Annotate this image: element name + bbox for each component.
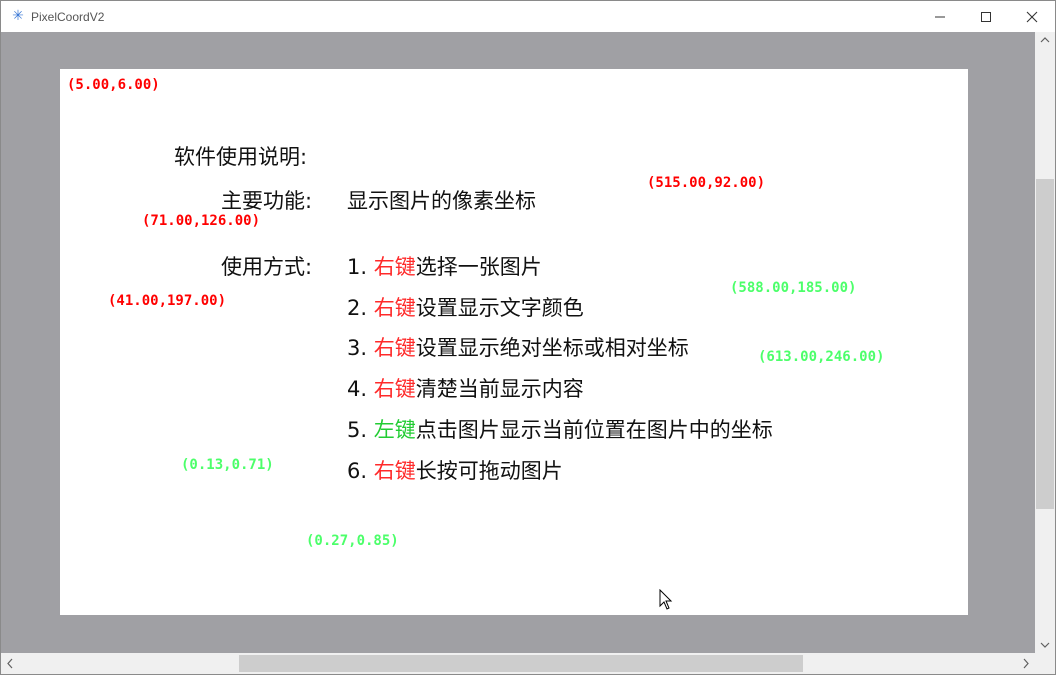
coord-label-relative: (0.27,0.85) xyxy=(306,533,399,549)
title-bar[interactable]: ✳ PixelCoordV2 xyxy=(1,1,1055,32)
usage-item-2: 2. 右键设置显示文字颜色 xyxy=(347,295,584,321)
item-number: 2. xyxy=(347,296,374,320)
coord-label-absolute: (5.00,6.00) xyxy=(67,77,160,93)
snowflake-icon: ✳ xyxy=(12,8,24,24)
coord-label-absolute-green: (588.00,185.00) xyxy=(730,280,857,296)
coord-label-absolute: (41.00,197.00) xyxy=(108,293,227,309)
item-key: 右键 xyxy=(373,377,416,401)
coord-label-absolute: (71.00,126.00) xyxy=(142,213,261,229)
image-canvas[interactable]: (5.00,6.00) (515.00,92.00) (71.00,126.00… xyxy=(60,69,968,615)
chevron-left-icon xyxy=(7,658,13,669)
vertical-scrollbar[interactable] xyxy=(1035,32,1055,653)
item-key: 左键 xyxy=(373,418,416,442)
item-text: 设置显示文字颜色 xyxy=(415,296,584,320)
usage-item-3: 3. 右键设置显示绝对坐标或相对坐标 xyxy=(347,335,689,361)
app-window: ✳ PixelCoordV2 (5.00,6.00) (515.00,92.00… xyxy=(0,0,1056,675)
chevron-down-icon xyxy=(1040,642,1050,648)
usage-item-1: 1. 右键选择一张图片 xyxy=(347,254,542,280)
horizontal-scroll-thumb[interactable] xyxy=(239,655,803,672)
window-title: PixelCoordV2 xyxy=(31,10,105,24)
item-key: 右键 xyxy=(373,255,416,279)
scroll-right-button[interactable] xyxy=(1018,653,1035,674)
usage-item-4: 4. 右键清楚当前显示内容 xyxy=(347,376,584,402)
minimize-button[interactable] xyxy=(917,1,963,32)
feature-text: 显示图片的像素坐标 xyxy=(347,189,536,213)
item-text: 清楚当前显示内容 xyxy=(415,377,584,401)
usage-item-6: 6. 右键长按可拖动图片 xyxy=(347,458,563,484)
item-key: 右键 xyxy=(373,296,416,320)
item-number: 5. xyxy=(347,418,374,442)
item-number: 4. xyxy=(347,377,374,401)
close-icon xyxy=(1026,11,1038,23)
item-key: 右键 xyxy=(373,459,416,483)
item-key: 右键 xyxy=(373,336,416,360)
coord-label-absolute: (515.00,92.00) xyxy=(647,175,766,191)
scroll-down-button[interactable] xyxy=(1035,636,1055,653)
minimize-icon xyxy=(935,16,945,18)
scrollbar-corner xyxy=(1035,653,1055,674)
coord-label-relative: (0.13,0.71) xyxy=(181,457,274,473)
item-text: 设置显示绝对坐标或相对坐标 xyxy=(415,336,689,360)
scroll-left-button[interactable] xyxy=(1,653,18,674)
maximize-icon xyxy=(981,12,991,22)
mouse-cursor-icon xyxy=(659,589,673,610)
chevron-up-icon xyxy=(1040,37,1050,43)
coord-label-absolute-green: (613.00,246.00) xyxy=(758,349,885,365)
horizontal-scrollbar[interactable] xyxy=(1,653,1035,674)
item-number: 3. xyxy=(347,336,374,360)
vertical-scroll-thumb[interactable] xyxy=(1036,179,1054,509)
item-text: 点击图片显示当前位置在图片中的坐标 xyxy=(415,418,773,442)
item-number: 6. xyxy=(347,459,374,483)
item-text: 选择一张图片 xyxy=(415,255,542,279)
chevron-right-icon xyxy=(1023,658,1029,669)
feature-label: 主要功能: xyxy=(221,189,313,213)
scroll-up-button[interactable] xyxy=(1035,32,1055,49)
close-button[interactable] xyxy=(1009,1,1055,32)
item-text: 长按可拖动图片 xyxy=(415,459,563,483)
usage-label: 使用方式: xyxy=(221,255,313,279)
maximize-button[interactable] xyxy=(963,1,1009,32)
item-number: 1. xyxy=(347,255,374,279)
instructions-title: 软件使用说明: xyxy=(174,145,308,169)
image-viewport[interactable]: (5.00,6.00) (515.00,92.00) (71.00,126.00… xyxy=(1,32,1035,653)
usage-item-5: 5. 左键点击图片显示当前位置在图片中的坐标 xyxy=(347,417,773,443)
